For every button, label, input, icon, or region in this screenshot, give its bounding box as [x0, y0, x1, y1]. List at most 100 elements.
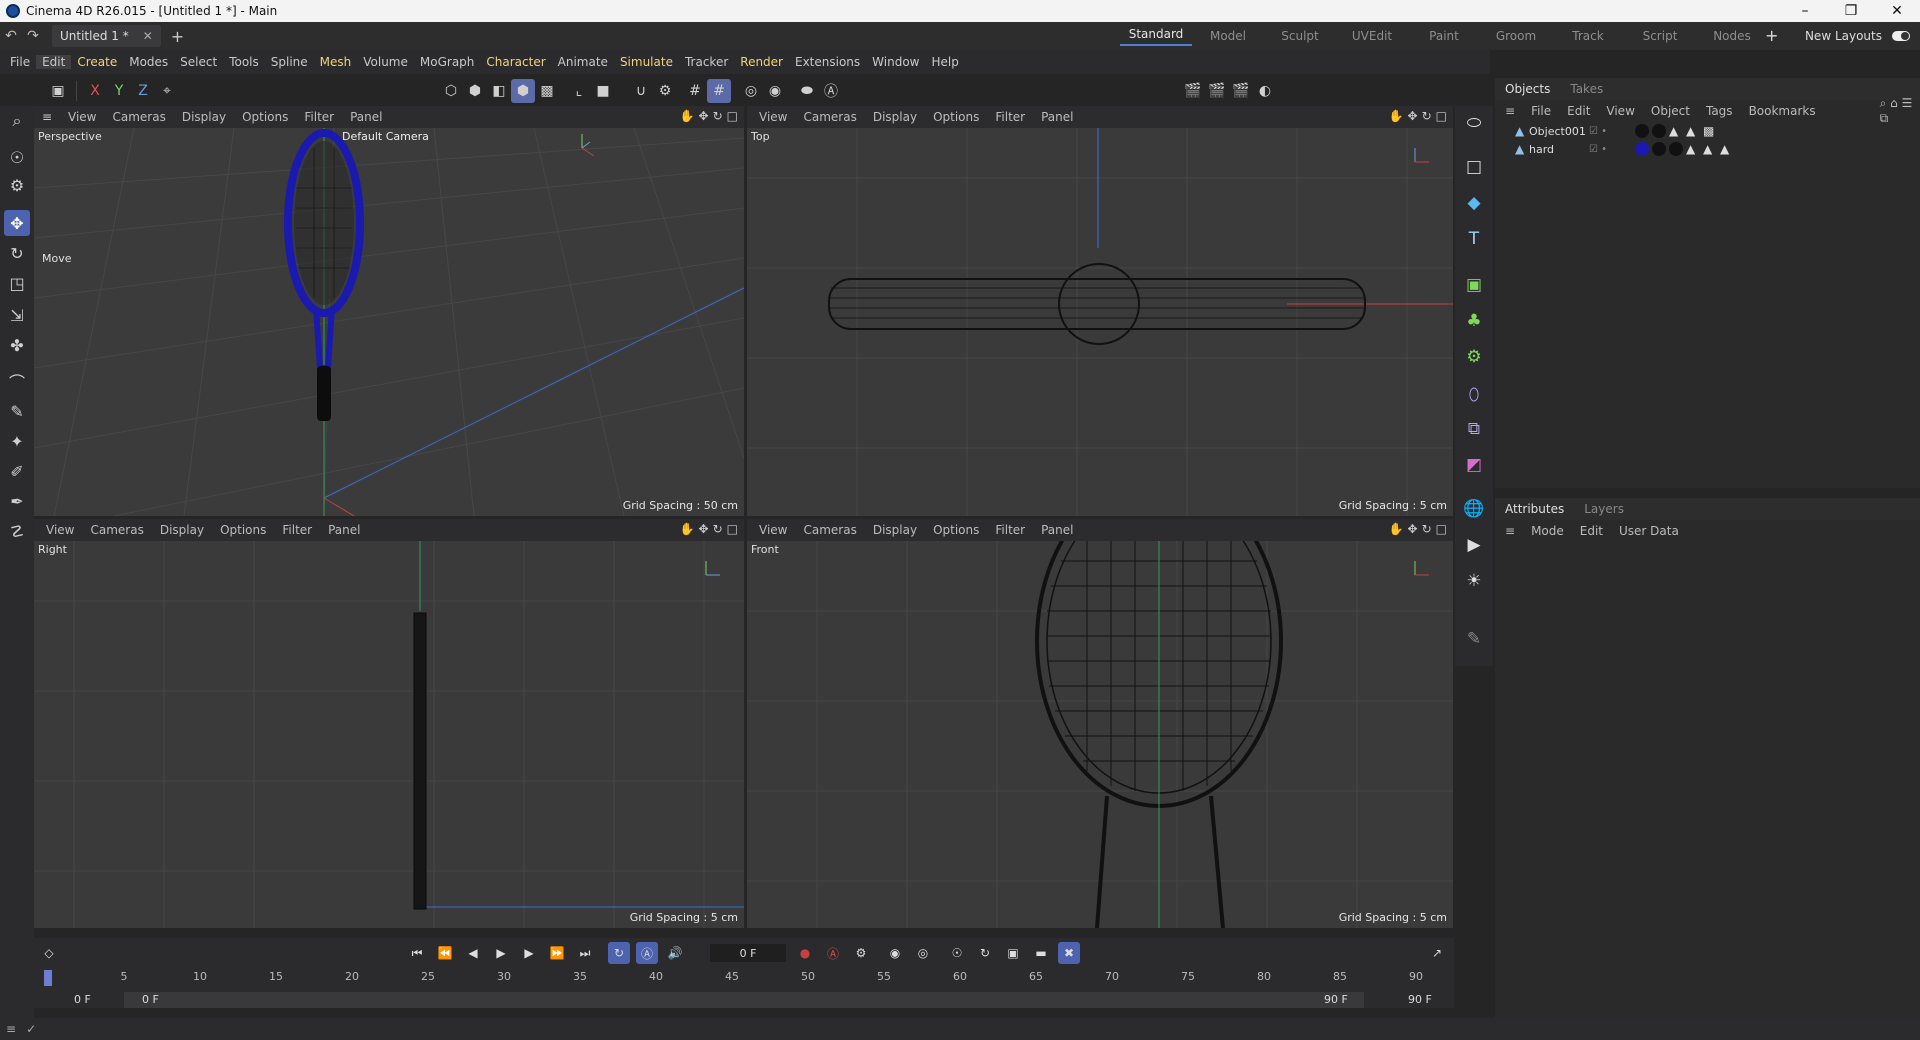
x-axis-lock-button[interactable]: X [83, 79, 107, 103]
objects-menu-file[interactable]: File [1531, 104, 1551, 118]
current-frame-field[interactable]: 0 F [710, 944, 786, 962]
redo-icon[interactable]: ↷ [22, 28, 44, 44]
cloner-icon[interactable]: ♣ [1461, 308, 1487, 334]
maximize-view-icon[interactable]: □ [727, 109, 738, 123]
timeline-ruler[interactable]: 051015202530354045505560657075808590 [34, 970, 1454, 990]
orbit-icon[interactable]: ↻ [1422, 522, 1432, 536]
camera-object-icon[interactable]: ▶ [1461, 532, 1487, 558]
perspective-viewport[interactable]: ≡ View Cameras Display Options Filter Pa… [34, 106, 744, 516]
tab-objects[interactable]: Objects [1495, 82, 1560, 96]
grid-icon[interactable]: # [683, 79, 707, 103]
tab-takes[interactable]: Takes [1560, 82, 1613, 96]
motion-tools-icon[interactable]: ✖ [1058, 942, 1080, 964]
object-name[interactable]: Object001 [1529, 125, 1586, 138]
pan-icon[interactable]: ✋ [1389, 522, 1404, 536]
tweak-mode-icon[interactable]: ■ [591, 79, 615, 103]
maximize-view-icon[interactable]: □ [1436, 522, 1447, 536]
render-settings-icon[interactable]: 🎬 [1229, 79, 1253, 103]
viewport-menu-view[interactable]: View [751, 110, 795, 124]
lasso-icon[interactable]: ⬭ [1461, 110, 1487, 136]
viewport-menu-view[interactable]: View [60, 110, 104, 124]
polygons-mode-icon[interactable]: ◧ [487, 79, 511, 103]
phong-tag-icon[interactable]: ▲ [1669, 124, 1683, 138]
minimize-button[interactable]: – [1782, 0, 1828, 22]
menu-mesh[interactable]: Mesh [314, 55, 358, 69]
menu-spline[interactable]: Spline [265, 55, 314, 69]
maximize-view-icon[interactable]: □ [1436, 109, 1447, 123]
f-curve-icon[interactable]: ↗ [1426, 942, 1448, 964]
go-to-start-icon[interactable]: ⏮ [406, 942, 428, 964]
orbit-icon[interactable]: ↻ [1422, 109, 1432, 123]
key-scale-icon[interactable]: ☉ [946, 942, 968, 964]
perspective-canvas[interactable] [34, 127, 744, 516]
top-viewport[interactable]: View Cameras Display Options Filter Pane… [747, 106, 1453, 516]
menu-select[interactable]: Select [174, 55, 223, 69]
knife-tool-icon[interactable]: ✒ [4, 488, 30, 514]
next-key-icon[interactable]: ⏩ [546, 942, 568, 964]
viewport-menu-filter[interactable]: Filter [274, 523, 320, 537]
new-layouts-label[interactable]: New Layouts [1805, 29, 1882, 43]
tab-attributes[interactable]: Attributes [1495, 502, 1574, 516]
visibility-toggle-icon[interactable]: ☑ • [1589, 144, 1607, 155]
menu-window[interactable]: Window [866, 55, 925, 69]
objects-menu-edit[interactable]: Edit [1567, 104, 1590, 118]
layout-tab-sculpt[interactable]: Sculpt [1264, 29, 1336, 43]
menu-animate[interactable]: Animate [552, 55, 614, 69]
snap-settings-icon[interactable]: ⚙ [653, 79, 677, 103]
edit-icon[interactable]: ✎ [1461, 626, 1487, 652]
viewport-menu-display[interactable]: Display [865, 110, 925, 124]
viewport-menu-panel[interactable]: Panel [1033, 523, 1081, 537]
attributes-menu-user-data[interactable]: User Data [1619, 524, 1679, 538]
menu-character[interactable]: Character [480, 55, 551, 69]
edges-mode-icon[interactable]: ⬢ [463, 79, 487, 103]
object-row[interactable]: ▲ Object001 ☑ • ▲ ▲ ▩ [1495, 122, 1920, 140]
symmetry-icon[interactable]: ◎ [739, 79, 763, 103]
orbit-icon[interactable]: ↻ [713, 522, 723, 536]
move-tool-icon[interactable]: ✥ [4, 210, 30, 236]
menu-tracker[interactable]: Tracker [679, 55, 734, 69]
menu-modes[interactable]: Modes [123, 55, 174, 69]
viewport-menu-icon[interactable]: ≡ [34, 110, 60, 124]
viewport-menu-cameras[interactable]: Cameras [795, 110, 864, 124]
range-slider[interactable] [124, 992, 1364, 1008]
spline-pen-icon[interactable]: ⌒ [4, 368, 30, 394]
maximize-view-icon[interactable]: □ [727, 522, 738, 536]
keyframe-settings-icon[interactable]: ⚙ [850, 942, 872, 964]
viewport-menu-view[interactable]: View [38, 523, 82, 537]
layout-tab-script[interactable]: Script [1624, 29, 1696, 43]
object-row[interactable]: ▲ hard ☑ • ▲ ▲ ▲ [1495, 140, 1920, 158]
range-start-field[interactable]: 0 F [74, 993, 91, 1006]
objects-menu-view[interactable]: View [1606, 104, 1634, 118]
spline-rectangle-icon[interactable]: □ [1461, 154, 1487, 180]
workplane-icon[interactable]: # [707, 79, 731, 103]
paint-tool-icon[interactable]: ✦ [4, 428, 30, 454]
range-bar[interactable]: 0 F 0 F 90 F 90 F [34, 992, 1454, 1008]
interactive-render-icon[interactable]: Ⓐ [819, 79, 843, 103]
points-mode-icon[interactable]: ⬡ [439, 79, 463, 103]
soft-selection-icon[interactable]: ◉ [763, 79, 787, 103]
menu-mograph[interactable]: MoGraph [414, 55, 481, 69]
autokey-icon[interactable]: Ⓐ [822, 942, 844, 964]
phong-tag-icon[interactable]: ▲ [1703, 142, 1717, 156]
attributes-menu-mode[interactable]: Mode [1531, 524, 1564, 538]
text-icon[interactable]: T [1461, 226, 1487, 252]
render-view-icon[interactable]: 🎬 [1181, 79, 1205, 103]
material-tag-icon[interactable] [1635, 124, 1649, 138]
menu-render[interactable]: Render [734, 55, 789, 69]
light-icon[interactable]: ☀ [1461, 568, 1487, 594]
effector-icon[interactable]: ⚙ [1461, 344, 1487, 370]
menu-edit[interactable]: Edit [36, 55, 72, 69]
viewport-menu-panel[interactable]: Panel [320, 523, 368, 537]
transfer-tool-icon[interactable]: ⇲ [4, 302, 30, 328]
field-icon[interactable]: ◩ [1461, 452, 1487, 478]
material-tag-icon[interactable] [1652, 124, 1666, 138]
texture-tag-icon[interactable]: ▩ [1703, 124, 1717, 138]
playhead[interactable] [44, 970, 52, 986]
viewport-menu-filter[interactable]: Filter [987, 110, 1033, 124]
right-canvas[interactable] [34, 541, 744, 928]
new-layouts-toggle[interactable] [1892, 31, 1910, 41]
visibility-toggle-icon[interactable]: ☑ • [1589, 126, 1607, 137]
viewport-menu-filter[interactable]: Filter [296, 110, 342, 124]
environment-icon[interactable]: 🌐 [1461, 496, 1487, 522]
model-mode-icon[interactable]: ⬢ [511, 79, 535, 103]
